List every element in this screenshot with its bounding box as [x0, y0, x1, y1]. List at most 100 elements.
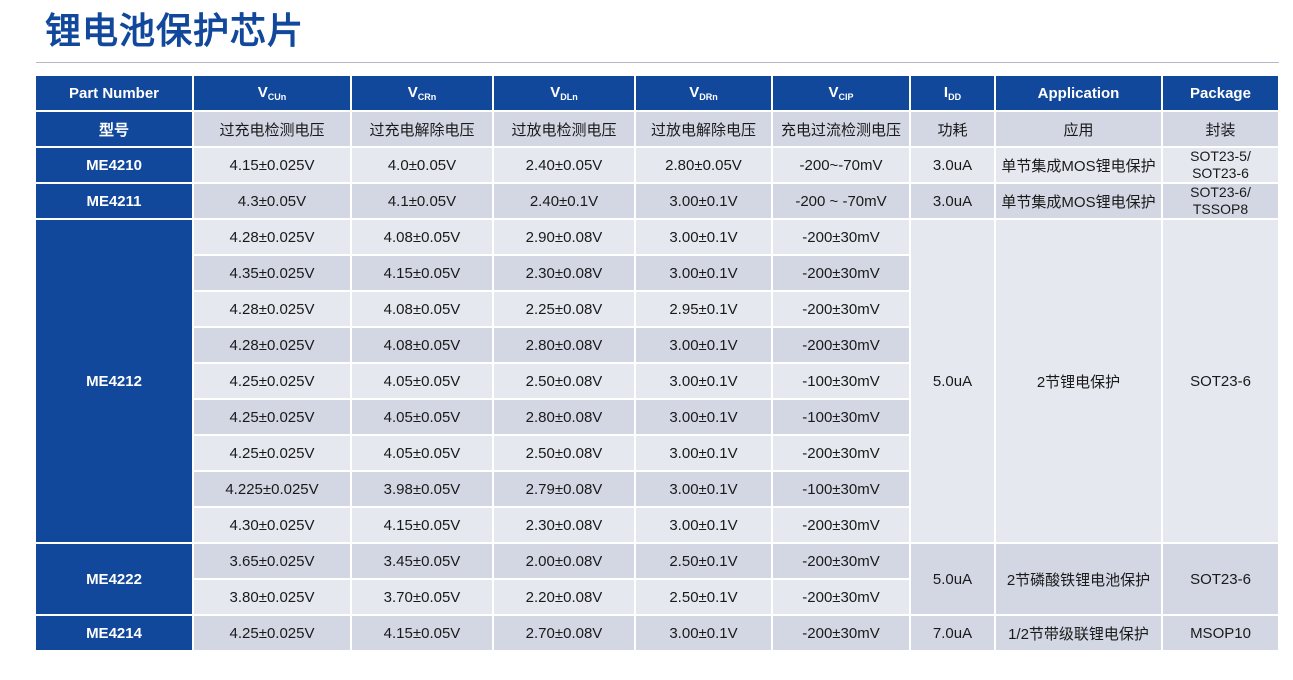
- spec-table: Part Number VCUn VCRn VDLn VDRn VCIP IDD…: [36, 76, 1280, 652]
- part-number-cell: ME4210: [36, 147, 194, 184]
- vcrn-cell: 4.08±0.05V: [351, 291, 494, 328]
- header-idd-sub: DD: [948, 92, 962, 102]
- header-vcun-main: V: [257, 84, 268, 101]
- vcip-cell: -100±30mV: [772, 471, 911, 508]
- vcun-cell: 4.3±0.05V: [193, 183, 352, 220]
- vdrn-cell: 3.00±0.1V: [635, 435, 773, 472]
- vcip-cell: -200±30mV: [772, 435, 911, 472]
- application-cell: 单节集成MOS锂电保护: [995, 183, 1163, 220]
- header-application: Application: [995, 76, 1163, 112]
- vdln-cell: 2.40±0.05V: [493, 147, 636, 184]
- vcrn-cell: 4.08±0.05V: [351, 327, 494, 364]
- vcip-cell: -100±30mV: [772, 399, 911, 436]
- vcun-cell: 4.15±0.025V: [193, 147, 352, 184]
- vcip-cell: -200±30mV: [772, 579, 911, 616]
- header-cn-idd: 功耗: [910, 111, 996, 148]
- header-vdln: VDLn: [493, 76, 636, 112]
- vcip-cell: -200~-70mV: [772, 147, 911, 184]
- header-vcun: VCUn: [193, 76, 352, 112]
- vdrn-cell: 3.00±0.1V: [635, 507, 773, 544]
- vdln-cell: 2.50±0.08V: [493, 435, 636, 472]
- vcrn-cell: 4.15±0.05V: [351, 615, 494, 652]
- vcip-cell: -200 ~ -70mV: [772, 183, 911, 220]
- vcrn-cell: 4.05±0.05V: [351, 363, 494, 400]
- header-vdrn-main: V: [689, 84, 700, 101]
- header-vdrn-sub: DRn: [699, 92, 718, 102]
- vcip-cell: -200±30mV: [772, 291, 911, 328]
- header-row: Part Number VCUn VCRn VDLn VDRn VCIP IDD…: [36, 76, 1280, 112]
- package-line-1: SOT23-6/: [1190, 184, 1251, 200]
- application-cell: 2节磷酸铁锂电池保护: [995, 543, 1163, 616]
- vcrn-cell: 4.15±0.05V: [351, 507, 494, 544]
- header-cn-vcun: 过充电检测电压: [193, 111, 352, 148]
- vdln-cell: 2.70±0.08V: [493, 615, 636, 652]
- vcrn-cell: 4.05±0.05V: [351, 399, 494, 436]
- table-row: ME4210 4.15±0.025V 4.0±0.05V 2.40±0.05V …: [36, 147, 1280, 184]
- idd-cell: 3.0uA: [910, 183, 996, 220]
- vcip-cell: -200±30mV: [772, 255, 911, 292]
- vcrn-cell: 3.70±0.05V: [351, 579, 494, 616]
- package-cell: SOT23-5/SOT23-6: [1162, 147, 1280, 184]
- vcrn-cell: 3.98±0.05V: [351, 471, 494, 508]
- vcun-cell: 3.80±0.025V: [193, 579, 352, 616]
- package-cell: SOT23-6: [1162, 219, 1280, 544]
- vcrn-cell: 4.15±0.05V: [351, 255, 494, 292]
- vdln-cell: 2.20±0.08V: [493, 579, 636, 616]
- vdrn-cell: 3.00±0.1V: [635, 399, 773, 436]
- vdln-cell: 2.30±0.08V: [493, 255, 636, 292]
- vcun-cell: 4.25±0.025V: [193, 615, 352, 652]
- vdrn-cell: 2.50±0.1V: [635, 579, 773, 616]
- vdrn-cell: 3.00±0.1V: [635, 255, 773, 292]
- vcip-cell: -100±30mV: [772, 363, 911, 400]
- part-number-cell: ME4222: [36, 543, 194, 616]
- package-cell: SOT23-6: [1162, 543, 1280, 616]
- header-vcun-sub: CUn: [267, 92, 287, 102]
- application-cell: 1/2节带级联锂电保护: [995, 615, 1163, 652]
- header-cn-application: 应用: [995, 111, 1163, 148]
- vcrn-cell: 4.05±0.05V: [351, 435, 494, 472]
- vcun-cell: 4.25±0.025V: [193, 399, 352, 436]
- title-divider: [36, 62, 1279, 63]
- vcip-cell: -200±30mV: [772, 615, 911, 652]
- vdln-cell: 2.25±0.08V: [493, 291, 636, 328]
- vdrn-cell: 2.50±0.1V: [635, 543, 773, 580]
- vcun-cell: 4.25±0.025V: [193, 363, 352, 400]
- vcun-cell: 4.30±0.025V: [193, 507, 352, 544]
- header-vcip: VCIP: [772, 76, 911, 112]
- vdrn-cell: 3.00±0.1V: [635, 363, 773, 400]
- idd-cell: 5.0uA: [910, 219, 996, 544]
- vdrn-cell: 3.00±0.1V: [635, 219, 773, 256]
- header-vdrn: VDRn: [635, 76, 773, 112]
- package-line-1: SOT23-5/: [1190, 148, 1251, 164]
- application-cell: 2节锂电保护: [995, 219, 1163, 544]
- vdrn-cell: 3.00±0.1V: [635, 183, 773, 220]
- vcun-cell: 4.35±0.025V: [193, 255, 352, 292]
- vcun-cell: 4.28±0.025V: [193, 219, 352, 256]
- table-row: ME4211 4.3±0.05V 4.1±0.05V 2.40±0.1V 3.0…: [36, 183, 1280, 220]
- vcip-cell: -200±30mV: [772, 507, 911, 544]
- header-vcrn-sub: CRn: [417, 92, 437, 102]
- application-cell: 单节集成MOS锂电保护: [995, 147, 1163, 184]
- header-cn-model: 型号: [36, 111, 194, 148]
- vdrn-cell: 2.95±0.1V: [635, 291, 773, 328]
- header-cn-vdrn: 过放电解除电压: [635, 111, 773, 148]
- header-part-number: Part Number: [36, 76, 194, 112]
- vcrn-cell: 4.08±0.05V: [351, 219, 494, 256]
- vcip-cell: -200±30mV: [772, 543, 911, 580]
- idd-cell: 5.0uA: [910, 543, 996, 616]
- table-row: ME4212 4.28±0.025V 4.08±0.05V 2.90±0.08V…: [36, 219, 1280, 544]
- part-number-cell: ME4212: [36, 219, 194, 544]
- header-vcip-sub: CIP: [838, 92, 854, 102]
- vcun-cell: 4.28±0.025V: [193, 327, 352, 364]
- vcun-cell: 3.65±0.025V: [193, 543, 352, 580]
- page-title: 锂电池保护芯片: [45, 11, 305, 52]
- idd-cell: 7.0uA: [910, 615, 996, 652]
- vcun-cell: 4.25±0.025V: [193, 435, 352, 472]
- package-line-2: SOT23-6: [1192, 165, 1249, 181]
- package-line-2: TSSOP8: [1192, 201, 1249, 217]
- vdrn-cell: 3.00±0.1V: [635, 327, 773, 364]
- vcip-cell: -200±30mV: [772, 327, 911, 364]
- part-number-cell: ME4211: [36, 183, 194, 220]
- header-vdln-sub: DLn: [560, 92, 578, 102]
- vdln-cell: 2.50±0.08V: [493, 363, 636, 400]
